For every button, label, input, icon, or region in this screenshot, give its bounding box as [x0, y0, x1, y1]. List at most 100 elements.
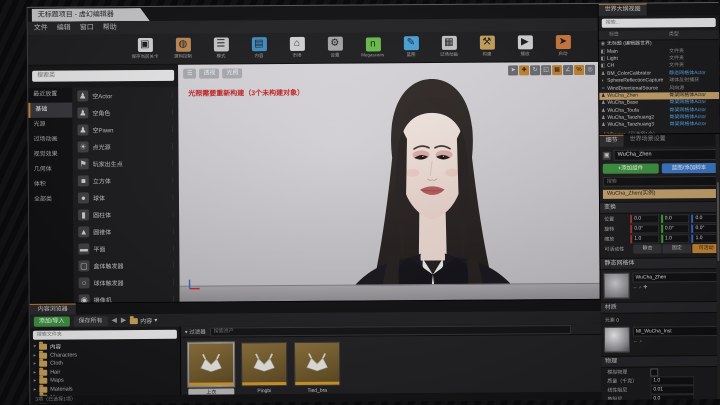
physics-section-header[interactable]: 物理 [601, 355, 720, 368]
mobility-option-button[interactable]: 静态 [633, 244, 661, 253]
add-component-button[interactable]: +添加组件 [603, 163, 659, 173]
place-actors-category[interactable]: 最近放置 [28, 88, 72, 103]
y-value-input[interactable]: 0.0° [661, 224, 690, 233]
place-actors-category[interactable]: 过场动画 [29, 133, 73, 148]
actor-name-input[interactable]: WuCha_Zhen [614, 149, 717, 161]
back-button[interactable]: ◀ [111, 316, 116, 326]
place-actors-category[interactable]: 光源 [28, 118, 72, 133]
material-thumbnail[interactable] [604, 327, 630, 353]
drag-grip-icon[interactable]: ⋮ [171, 279, 177, 286]
static-mesh-thumbnail[interactable] [604, 273, 630, 299]
place-actors-search-input[interactable]: 搜索类 [32, 70, 174, 82]
x-value-input[interactable]: 1.0 [630, 234, 659, 243]
toolbar-button[interactable]: n Megascans [358, 37, 388, 58]
place-actor-item[interactable]: ● 球体 ⋮ [73, 189, 179, 207]
asset-search-input[interactable]: 搜索资产 [210, 325, 571, 337]
place-actor-item[interactable]: ▮ 圆柱体 ⋮ [73, 206, 179, 224]
place-actor-item[interactable]: ▲ 圆锥体 ⋮ [73, 223, 179, 241]
drag-grip-icon[interactable]: ⋮ [170, 228, 176, 235]
value-input[interactable]: 1.0 [650, 376, 694, 385]
asset-view[interactable]: ▾ 过滤器 搜索资产 [181, 324, 601, 395]
drag-grip-icon[interactable]: ⋮ [170, 262, 176, 269]
viewport-tool-button[interactable]: ▦ [552, 65, 562, 75]
menu-item[interactable]: 文件 [34, 23, 48, 35]
save-all-button[interactable]: 保存所有 [73, 316, 107, 326]
materials-section-header[interactable]: 材质 [601, 301, 720, 314]
drag-grip-icon[interactable]: ⋮ [170, 194, 176, 201]
place-actors-category[interactable]: 基础 [28, 103, 72, 118]
place-actor-item[interactable]: ♟ 空Actor ⋮ [72, 87, 178, 105]
expand-arrow-icon[interactable]: ▸ [30, 387, 36, 393]
outliner-search-input[interactable]: 搜索... [602, 18, 716, 28]
toolbar-button[interactable]: ➤ 启动 [548, 35, 578, 57]
tab-content-browser[interactable]: 内容浏览器 [30, 304, 76, 315]
place-actor-item[interactable]: ▬ 平面 ⋮ [73, 240, 179, 258]
blueprint-add-script-button[interactable]: 蓝图/添加脚本 [661, 163, 717, 173]
static-mesh-section-header[interactable]: 静态网格体 [600, 257, 720, 270]
value-input[interactable]: 0.01 [650, 385, 694, 394]
expand-arrow-icon[interactable]: ▸ [30, 361, 36, 367]
asset-tile[interactable]: Pingbi [241, 342, 287, 395]
checkbox[interactable] [650, 368, 658, 376]
viewport-tool-button[interactable]: ∠ [563, 65, 573, 75]
asset-picker-icons[interactable]: ← ⌕ ✚ [633, 284, 718, 291]
viewport-tool-button[interactable]: ◎ [585, 65, 595, 75]
static-mesh-asset-picker[interactable]: WuCha_Zhen [633, 272, 718, 283]
toolbar-button[interactable]: ⚒ 构建 [472, 36, 502, 58]
viewport-options-icon[interactable]: ☰ [183, 69, 196, 79]
expand-arrow-icon[interactable]: ▸ [30, 353, 36, 359]
material-asset-picker[interactable]: MI_WuCha_Inst [633, 326, 718, 337]
transform-section-header[interactable]: 变换 [600, 201, 720, 214]
toolbar-button[interactable]: ▶ 播放 [510, 35, 540, 57]
expand-arrow-icon[interactable]: ▾ [30, 344, 36, 350]
tab-world-settings[interactable]: 世界场景设置 [624, 134, 672, 146]
toolbar-button[interactable]: ☰ 模式 [206, 37, 236, 59]
toolbar-button[interactable]: ⚙ 设置 [320, 37, 350, 59]
toolbar-button[interactable]: ⌂ 市场 [282, 37, 312, 59]
drag-grip-icon[interactable]: ⋮ [170, 245, 176, 252]
window-tab[interactable]: 无标题项目 - 虚幻编辑器 [32, 8, 150, 22]
drag-grip-icon[interactable]: ⋮ [169, 126, 175, 133]
component-tree-row[interactable]: WuCha_Zhen(实例) [603, 189, 717, 199]
toolbar-button[interactable]: ▣ 保存当前关卡 [130, 38, 160, 60]
toolbar-button[interactable]: ◍ 源码控制 [168, 38, 198, 60]
x-value-input[interactable]: 0.0 [630, 214, 659, 223]
viewport-tool-button[interactable]: % [574, 65, 584, 75]
place-actor-item[interactable]: ♟ 空Pawn ⋮ [72, 121, 178, 139]
viewport-perspective-dropdown[interactable]: 透视 [199, 68, 219, 78]
place-actors-category[interactable]: 视觉效果 [29, 148, 73, 163]
details-scrollbar[interactable] [716, 134, 720, 399]
toolbar-button[interactable]: ✎ 蓝图 [396, 36, 426, 58]
forward-button[interactable]: ▶ [121, 316, 126, 326]
toolbar-button[interactable]: ▦ 过场动画 [434, 36, 464, 58]
details-search-input[interactable]: 搜索 [603, 176, 717, 187]
menu-item[interactable]: 帮助 [103, 22, 117, 34]
menu-item[interactable]: 窗口 [80, 22, 94, 34]
place-actors-category[interactable]: 体积 [29, 178, 73, 193]
drag-grip-icon[interactable]: ⋮ [169, 109, 175, 116]
outliner-row[interactable]: ♟ WuCha_Taozhuang3 骨架网格体Actor [599, 121, 719, 129]
expand-arrow-icon[interactable]: ▸ [30, 370, 36, 376]
drag-grip-icon[interactable]: ⋮ [169, 92, 175, 99]
drag-grip-icon[interactable]: ⋮ [170, 160, 176, 167]
toolbar-button[interactable]: ▤ 内容 [244, 37, 274, 59]
value-input[interactable]: 0.0 [650, 394, 694, 400]
breadcrumb[interactable]: 内容 ▾ [130, 316, 157, 325]
place-actor-item[interactable]: ■ 立方体 ⋮ [73, 172, 179, 190]
material-picker-icons[interactable]: ← ⌕ [633, 338, 718, 345]
drag-grip-icon[interactable]: ⋮ [170, 143, 176, 150]
place-actor-item[interactable]: ○ 球体触发器 ⋮ [74, 274, 180, 292]
menu-item[interactable]: 编辑 [57, 23, 71, 35]
viewport-tool-button[interactable]: ➤ [508, 65, 518, 75]
expand-arrow-icon[interactable]: ▸ [30, 378, 36, 384]
tab-details[interactable]: 细节 [600, 135, 624, 147]
place-actor-item[interactable]: ⚑ 玩家出生点 ⋮ [73, 155, 179, 173]
y-value-input[interactable]: 1.0 [661, 234, 690, 243]
filters-button[interactable]: ▾ 过滤器 [185, 328, 206, 336]
asset-tile[interactable]: Tied_bra [294, 342, 340, 395]
viewport-tool-button[interactable]: ↻ [530, 65, 540, 75]
viewport-lit-dropdown[interactable]: 光照 [222, 68, 242, 78]
y-value-input[interactable]: 0.0 [661, 214, 690, 223]
place-actor-item[interactable]: ▢ 盒体触发器 ⋮ [73, 257, 179, 275]
place-actor-item[interactable]: ☀ 点光源 ⋮ [73, 138, 179, 156]
